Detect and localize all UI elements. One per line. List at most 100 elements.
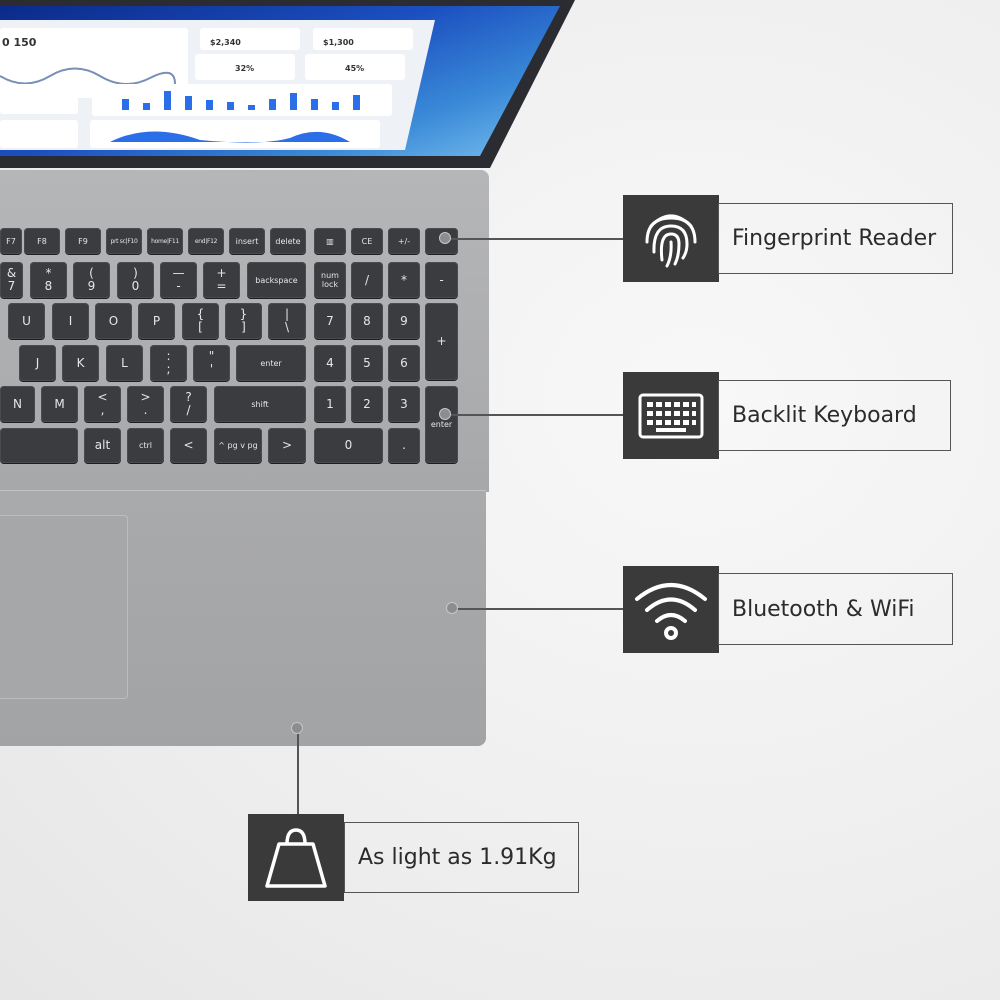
key[interactable]: ctrl: [127, 428, 164, 463]
bar-mark: [332, 101, 339, 110]
callout-fingerprint: Fingerprint Reader: [718, 203, 953, 274]
key[interactable]: CE: [351, 228, 383, 254]
keyboard-icon: [623, 372, 719, 459]
key[interactable]: end|F12: [188, 228, 224, 254]
key[interactable]: (9: [73, 262, 110, 298]
area-chart: [110, 131, 350, 143]
backlight-marker: [439, 408, 451, 420]
callout-keyboard: Backlit Keyboard: [718, 380, 951, 451]
bar-mark: [269, 98, 276, 110]
key[interactable]: F7: [0, 228, 22, 254]
key[interactable]: >.: [127, 386, 164, 422]
key[interactable]: " ': [193, 345, 230, 381]
fingerprint-marker: [439, 232, 451, 244]
key[interactable]: -: [425, 262, 458, 298]
key[interactable]: 3: [388, 386, 420, 422]
key[interactable]: }]: [225, 303, 262, 339]
key[interactable]: *: [388, 262, 420, 298]
key[interactable]: insert: [229, 228, 265, 254]
area-chart-card: [90, 120, 380, 148]
small-line-card: [0, 120, 78, 148]
key[interactable]: 6: [388, 345, 420, 381]
key[interactable]: backspace: [247, 262, 306, 298]
key[interactable]: +/-: [388, 228, 420, 254]
progress-card: [0, 84, 78, 114]
bar-mark: [290, 92, 297, 110]
key[interactable]: F9: [65, 228, 101, 254]
key[interactable]: 7: [314, 303, 346, 339]
key[interactable]: 0: [314, 428, 383, 463]
wireless-marker: [446, 602, 458, 614]
fingerprint-icon: [623, 195, 719, 282]
key-label: prt sc|F10: [110, 237, 138, 245]
key[interactable]: — -: [160, 262, 197, 298]
key-label: home|F11: [151, 237, 179, 245]
key[interactable]: enter: [425, 386, 458, 463]
dashboard-window: 0 150 $2,340 $1,300 32% 45%: [0, 20, 435, 150]
key[interactable]: 9: [388, 303, 420, 339]
key[interactable]: L: [106, 345, 143, 381]
key[interactable]: [0, 428, 78, 463]
donut-card-1: 32%: [195, 54, 295, 80]
key[interactable]: 1: [314, 386, 346, 422]
key[interactable]: shift: [214, 386, 306, 422]
connector-line: [456, 608, 623, 610]
key[interactable]: K: [62, 345, 99, 381]
key[interactable]: I: [52, 303, 89, 339]
key[interactable]: ) 0: [117, 262, 154, 298]
key[interactable]: J: [19, 345, 56, 381]
key[interactable]: M: [41, 386, 78, 422]
key[interactable]: enter: [236, 345, 306, 381]
key[interactable]: <,: [84, 386, 121, 422]
key[interactable]: alt: [84, 428, 121, 463]
key[interactable]: prt sc|F10: [106, 228, 142, 254]
key[interactable]: /: [351, 262, 383, 298]
callout-label: Fingerprint Reader: [732, 226, 937, 251]
key[interactable]: delete: [270, 228, 306, 254]
connector-line: [450, 414, 623, 416]
key[interactable]: +: [425, 303, 458, 380]
key[interactable]: ▥: [314, 228, 346, 254]
bar-mark: [311, 99, 318, 110]
key[interactable]: >: [268, 428, 306, 463]
callout-label: As light as 1.91Kg: [358, 845, 557, 870]
stat-1: $2,340: [210, 38, 241, 47]
key[interactable]: 4: [314, 345, 346, 381]
bar-mark: [143, 103, 150, 110]
donut-1: 32%: [235, 64, 255, 73]
bar-chart-card: [92, 84, 392, 116]
key[interactable]: <: [170, 428, 207, 463]
key[interactable]: P: [138, 303, 175, 339]
key[interactable]: .: [388, 428, 420, 463]
key[interactable]: {[: [182, 303, 219, 339]
key[interactable]: 2: [351, 386, 383, 422]
key[interactable]: num lock: [314, 262, 346, 298]
key[interactable]: :;: [150, 345, 187, 381]
key[interactable]: F8: [24, 228, 60, 254]
callout-label: Bluetooth & WiFi: [732, 596, 915, 622]
donut-card-2: 45%: [305, 54, 405, 80]
bar-mark: [248, 104, 255, 110]
shopping-bag-icon: [248, 814, 344, 901]
donut-2: 45%: [345, 64, 365, 73]
key[interactable]: ^ pg v pg: [214, 428, 262, 463]
key[interactable]: N: [0, 386, 35, 422]
key[interactable]: | \: [268, 303, 306, 339]
key[interactable]: O: [95, 303, 132, 339]
touchpad[interactable]: [0, 515, 128, 699]
key[interactable]: 5: [351, 345, 383, 381]
callout-weight: As light as 1.91Kg: [344, 822, 579, 893]
bar-mark: [206, 100, 213, 110]
key[interactable]: + =: [203, 262, 240, 298]
weight-marker: [291, 722, 303, 734]
key[interactable]: home|F11: [147, 228, 183, 254]
callout-label: Backlit Keyboard: [732, 403, 917, 428]
key[interactable]: ? /: [170, 386, 207, 422]
wifi-icon: [623, 566, 719, 653]
key[interactable]: 8: [351, 303, 383, 339]
callout-wireless: Bluetooth & WiFi: [718, 573, 953, 645]
key[interactable]: & 7: [0, 262, 23, 298]
key[interactable]: U: [8, 303, 45, 339]
key[interactable]: * 8: [30, 262, 67, 298]
bar-mark: [353, 95, 360, 110]
